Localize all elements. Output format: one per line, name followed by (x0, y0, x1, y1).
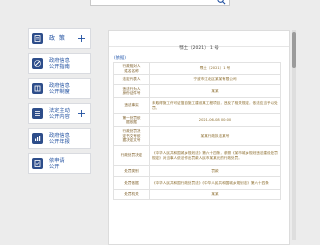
row-key: 行政处罚决定 (113, 145, 150, 167)
sidebar-item-label: 政府信息 公开年报 (49, 132, 70, 145)
chart-icon (32, 133, 43, 144)
list-icon (32, 108, 43, 119)
row-value: 2021-06-08 00:00 (149, 113, 281, 128)
table-row: 第一处罚依 据依据 2021-06-08 00:00 (113, 113, 281, 128)
row-value: 某某 (149, 84, 281, 99)
document-number: 鄂土〔2021〕 1 号 (179, 46, 219, 51)
row-key: 第一处罚依 据依据 (113, 113, 150, 128)
search-icon[interactable] (217, 0, 226, 5)
sidebar-item-disclosure-system[interactable]: 政府信息 公开制度 (28, 78, 91, 99)
table-row: 处罚机关 某某 (113, 189, 281, 201)
sidebar-item-statutory-content[interactable]: 法定主动 公开内容 (28, 103, 91, 124)
row-key: 法定代表人 (113, 74, 150, 86)
row-key: 行政处罚决 定书文号依 据决定文号 (113, 126, 150, 147)
table-row: 行政处罚决定 《中华人民共和国城乡规划法》第六十四条，参照《某市城乡规划违法建设处… (113, 145, 281, 167)
plus-icon[interactable] (77, 109, 86, 118)
row-key: 违法行为人 身份证件号 (113, 84, 150, 99)
row-key: 处罚机关 (113, 189, 150, 201)
sidebar-item-label: 依申请 公开 (49, 157, 65, 170)
table-row: 法定代表人 宁波市江北区某某有限公司 (113, 74, 281, 86)
scrollbar[interactable] (292, 30, 296, 240)
row-value: 未取得施工许可证擅自施工建设某工程项目，违反了相关规定，依法应当予以处罚。 (149, 97, 281, 115)
pen-icon (32, 58, 43, 69)
sidebar: 政 策 政府信息 公开指南 政府信息 公开制度 法定主动 公开内容 政府信息 公… (28, 28, 91, 178)
table-row: 违法行为人 身份证件号 某某 (113, 84, 281, 99)
search-bar[interactable] (90, 0, 230, 14)
row-value: 《中华人民共和国城乡规划法》第六十四条，参照《某市城乡规划违法建设处罚规定》对当… (149, 145, 281, 167)
row-key: 处罚类别 (113, 165, 150, 178)
search-input[interactable] (91, 4, 201, 14)
row-key: 处罚依据 (113, 176, 150, 191)
table-row: 行政处罚决 定书文号依 据决定文号 某某行政执法某号 (113, 126, 281, 147)
sidebar-item-label: 政府信息 公开制度 (49, 82, 70, 95)
table-row: 处罚类别 罚款 (113, 165, 281, 178)
sidebar-item-apply-disclosure[interactable]: 依申请 公开 (28, 153, 91, 174)
sidebar-item-disclosure-guide[interactable]: 政府信息 公开指南 (28, 53, 91, 74)
sidebar-item-policy[interactable]: 政 策 (28, 28, 91, 49)
form-icon (32, 158, 43, 169)
book-icon (32, 83, 43, 94)
table-row: 行政相对人 姓名名称 鄂土〔2021〕1 号 (113, 61, 281, 76)
penalty-table: 行政相对人 姓名名称 鄂土〔2021〕1 号法定代表人 宁波市江北区某某有限公司 违法… (113, 61, 281, 201)
scrollbar-thumb[interactable] (292, 32, 296, 68)
row-value: 鄂土〔2021〕1 号 (149, 61, 281, 76)
row-value: 某某行政执法某号 (149, 126, 281, 147)
row-value: 某某 (149, 189, 281, 201)
row-value: 罚款 (149, 165, 281, 178)
sidebar-item-annual-report[interactable]: 政府信息 公开年报 (28, 128, 91, 149)
sidebar-item-label: 政府信息 公开指南 (49, 57, 70, 70)
plus-icon[interactable] (77, 34, 86, 43)
row-value: 《中华人民共和国行政处罚法》《中华人民共和国城乡规划法》第六十四条 (149, 176, 281, 191)
row-value: 宁波市江北区某某有限公司 (149, 74, 281, 86)
table-row: 处罚依据 《中华人民共和国行政处罚法》《中华人民共和国城乡规划法》第六十四条 (113, 176, 281, 191)
document-panel: 鄂土〔2021〕 1 号 (依据) 行政相对人 姓名名称 鄂土〔2021〕1 号法… (108, 30, 290, 245)
table-row: 违法事实 未取得施工许可证擅自施工建设某工程项目，违反了相关规定，依法应当予以处罚… (113, 97, 281, 115)
document-icon (32, 33, 43, 44)
row-key: 违法事实 (113, 97, 150, 115)
basis-tag: (依据) (114, 56, 126, 61)
row-key: 行政相对人 姓名名称 (113, 61, 150, 76)
